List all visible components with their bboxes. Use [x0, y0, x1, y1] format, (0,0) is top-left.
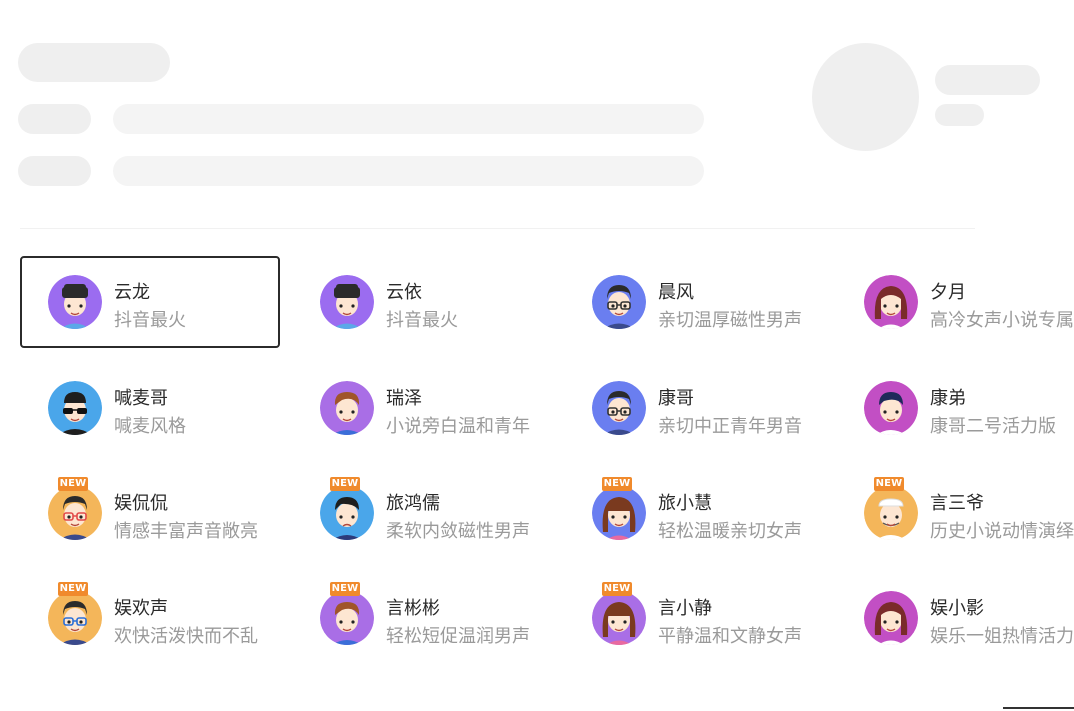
- voice-avatar-icon: [320, 591, 374, 645]
- skeleton-subtext: [935, 104, 984, 126]
- voice-description: 轻松温暖亲切女声: [658, 521, 802, 542]
- voice-avatar-icon: [320, 381, 374, 435]
- voice-description: 亲切温厚磁性男声: [658, 310, 802, 331]
- voice-description: 平静温和文静女声: [658, 626, 802, 647]
- voice-card[interactable]: 云龙 抖音最火: [20, 256, 280, 348]
- voice-name: 康哥: [658, 388, 694, 409]
- voice-card[interactable]: NEW 言三爷历史小说动情演绎: [836, 467, 1074, 559]
- voice-description: 康哥二号活力版: [930, 416, 1056, 437]
- voice-description: 抖音最火: [386, 310, 458, 331]
- voice-description: 抖音最火: [114, 310, 186, 331]
- voice-avatar-icon: [864, 486, 918, 540]
- voice-name: 晨风: [658, 282, 694, 303]
- voice-grid: 云龙 抖音最火 云依 抖音最火 晨风 亲切温厚磁性男声 夕月 高冷女声小说专属 喊麦哥 喊麦风格瑞…: [20, 256, 1074, 676]
- voice-card[interactable]: NEW 旅小慧轻松温暖亲切女声: [564, 467, 824, 559]
- voice-card[interactable]: NEW 娱欢声欢快活泼快而不乱: [20, 572, 280, 664]
- scroll-indicator: [1003, 707, 1074, 709]
- voice-avatar-icon: [48, 591, 102, 645]
- voice-description: 柔软内敛磁性男声: [386, 521, 530, 542]
- skeleton-line-1: [113, 104, 704, 134]
- voice-card[interactable]: NEW 旅鸿儒柔软内敛磁性男声: [292, 467, 552, 559]
- voice-description: 欢快活泼快而不乱: [114, 626, 258, 647]
- voice-card[interactable]: 云依 抖音最火: [292, 256, 552, 348]
- voice-card[interactable]: 娱小影娱乐一姐热情活力: [836, 572, 1074, 664]
- new-badge: NEW: [330, 582, 360, 596]
- voice-avatar-icon: [48, 381, 102, 435]
- voice-avatar-icon: [864, 591, 918, 645]
- voice-name: 旅小慧: [658, 493, 712, 514]
- voice-name: 旅鸿儒: [386, 493, 440, 514]
- skeleton-title: [18, 43, 170, 82]
- voice-description: 喊麦风格: [114, 416, 186, 437]
- voice-avatar-icon: [320, 275, 374, 329]
- voice-avatar-icon: [592, 591, 646, 645]
- voice-card[interactable]: 康弟 康哥二号活力版: [836, 362, 1074, 454]
- voice-name: 云龙: [114, 282, 150, 303]
- new-badge: NEW: [58, 582, 88, 596]
- voice-card[interactable]: 晨风亲切温厚磁性男声: [564, 256, 824, 348]
- voice-card[interactable]: 夕月高冷女声小说专属: [836, 256, 1074, 348]
- voice-avatar-icon: [864, 381, 918, 435]
- voice-card[interactable]: 康哥亲切中正青年男音: [564, 362, 824, 454]
- skeleton-label-1: [18, 104, 91, 134]
- voice-name: 言小静: [658, 598, 712, 619]
- voice-card[interactable]: 喊麦哥 喊麦风格: [20, 362, 280, 454]
- new-badge: NEW: [602, 582, 632, 596]
- voice-avatar-icon: [320, 486, 374, 540]
- skeleton-label-2: [18, 156, 91, 186]
- voice-avatar-icon: [592, 381, 646, 435]
- voice-avatar-icon: [864, 275, 918, 329]
- voice-card[interactable]: 瑞泽小说旁白温和青年: [292, 362, 552, 454]
- voice-name: 娱欢声: [114, 598, 168, 619]
- new-badge: NEW: [330, 477, 360, 491]
- voice-card[interactable]: NEW 言小静平静温和文静女声: [564, 572, 824, 664]
- voice-description: 历史小说动情演绎: [930, 521, 1074, 542]
- voice-name: 言三爷: [930, 493, 984, 514]
- voice-description: 亲切中正青年男音: [658, 416, 802, 437]
- new-badge: NEW: [602, 477, 632, 491]
- voice-description: 情感丰富声音敞亮: [114, 521, 258, 542]
- skeleton-avatar: [812, 43, 919, 151]
- voice-avatar-icon: [592, 486, 646, 540]
- new-badge: NEW: [58, 477, 88, 491]
- new-badge: NEW: [874, 477, 904, 491]
- voice-name: 言彬彬: [386, 598, 440, 619]
- voice-card[interactable]: NEW 娱侃侃情感丰富声音敞亮: [20, 467, 280, 559]
- skeleton-username: [935, 65, 1040, 95]
- voice-name: 云依: [386, 282, 422, 303]
- voice-avatar-icon: [592, 275, 646, 329]
- voice-description: 高冷女声小说专属: [930, 310, 1074, 331]
- skeleton-line-2: [113, 156, 704, 186]
- divider: [20, 228, 975, 229]
- voice-name: 娱侃侃: [114, 493, 168, 514]
- voice-name: 娱小影: [930, 598, 984, 619]
- voice-name: 喊麦哥: [114, 388, 168, 409]
- voice-name: 瑞泽: [386, 388, 422, 409]
- voice-description: 轻松短促温润男声: [386, 626, 530, 647]
- voice-name: 康弟: [930, 388, 966, 409]
- voice-description: 娱乐一姐热情活力: [930, 626, 1074, 647]
- voice-name: 夕月: [930, 282, 966, 303]
- voice-avatar-icon: [48, 486, 102, 540]
- voice-description: 小说旁白温和青年: [386, 416, 530, 437]
- voice-card[interactable]: NEW 言彬彬轻松短促温润男声: [292, 572, 552, 664]
- voice-avatar-icon: [48, 275, 102, 329]
